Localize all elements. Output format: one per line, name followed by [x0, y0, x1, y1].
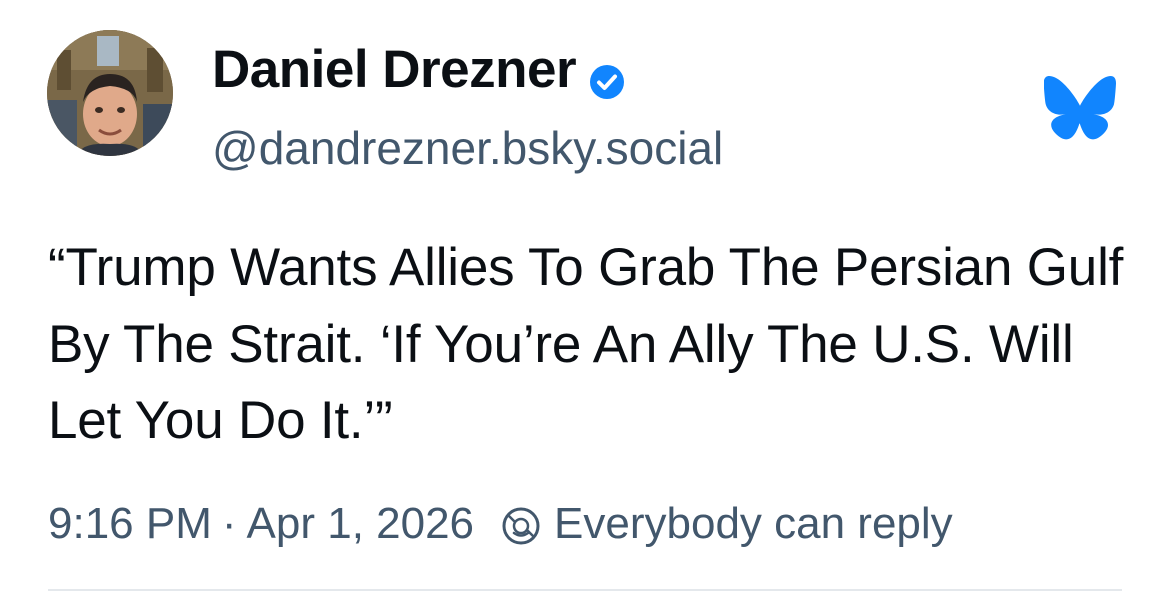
post-date[interactable]: Apr 1, 2026 [247, 494, 475, 554]
author-display-name[interactable]: Daniel Drezner [212, 38, 577, 102]
divider [48, 589, 1122, 591]
author-handle[interactable]: @dandrezner.bsky.social [212, 118, 723, 178]
bluesky-butterfly-icon [1043, 76, 1116, 140]
reply-settings-icon [500, 503, 542, 545]
post-card: Daniel Drezner @dandrezner.bsky.social “… [0, 0, 1170, 601]
post-body-text: “Trump Wants Allies To Grab The Persian … [48, 238, 1124, 450]
author-name-row[interactable]: Daniel Drezner [212, 38, 626, 102]
verified-badge-icon [588, 52, 626, 99]
meta-separator: · [221, 499, 237, 548]
reply-setting-label[interactable]: Everybody can reply [554, 494, 953, 554]
post-meta-row: 9:16 PM · Apr 1, 2026 Everybody can repl… [48, 494, 953, 554]
author-avatar[interactable] [47, 30, 173, 156]
post-time[interactable]: 9:16 PM [48, 494, 212, 554]
user-avatar-photo [47, 30, 173, 156]
